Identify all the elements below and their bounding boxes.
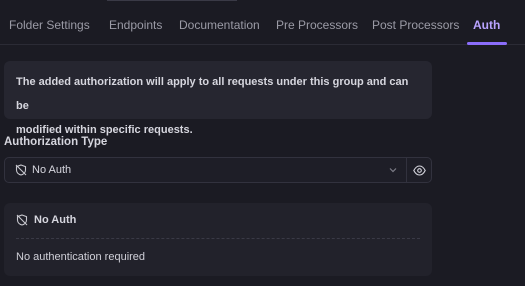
tab-auth[interactable]: Auth [473, 18, 500, 45]
authorization-type-label: Authorization Type [4, 136, 108, 148]
card-divider [16, 238, 420, 239]
tab-bar: Folder Settings Endpoints Documentation … [0, 0, 525, 45]
no-auth-card: No Auth No authentication required [4, 203, 432, 276]
authorization-type-value: No Auth [32, 164, 72, 176]
tab-pre-processors[interactable]: Pre Processors [276, 18, 358, 45]
no-auth-card-title: No Auth [34, 214, 77, 226]
eye-icon [413, 165, 426, 176]
tab-post-processors[interactable]: Post Processors [372, 18, 459, 45]
tab-endpoints[interactable]: Endpoints [109, 18, 162, 45]
shield-off-icon [16, 214, 28, 226]
chevron-down-icon [389, 168, 397, 173]
tab-folder-settings[interactable]: Folder Settings [9, 18, 90, 45]
tab-bar-top-divider [107, 0, 237, 4]
no-auth-card-description: No authentication required [16, 251, 146, 263]
tab-documentation[interactable]: Documentation [179, 18, 260, 45]
info-banner-line-1: The added authorization will apply to al… [16, 76, 409, 112]
info-banner: The added authorization will apply to al… [4, 61, 432, 136]
active-tab-indicator [467, 42, 507, 45]
auth-settings-panel: Folder Settings Endpoints Documentation … [0, 0, 525, 286]
authorization-type-select[interactable]: No Auth [4, 157, 407, 183]
toggle-visibility-button[interactable] [406, 157, 432, 183]
shield-off-icon [15, 164, 27, 176]
